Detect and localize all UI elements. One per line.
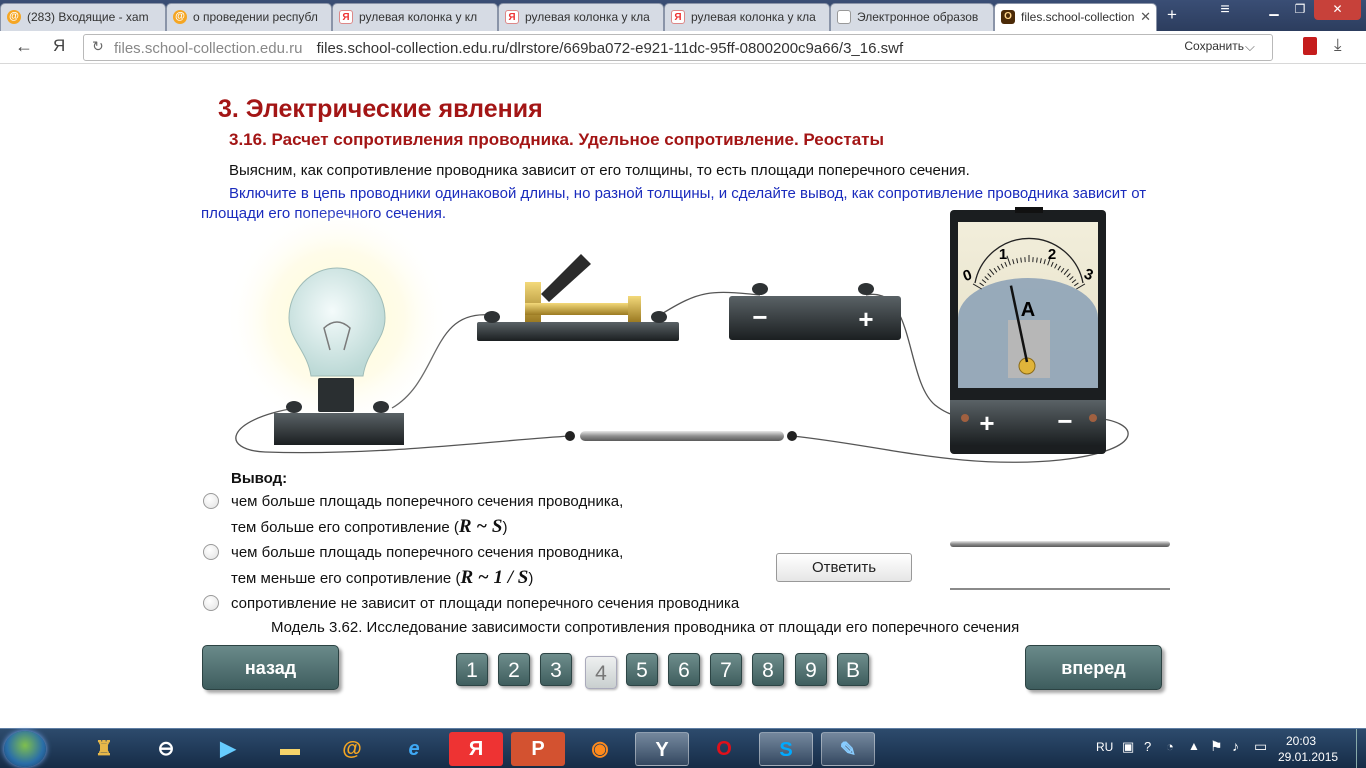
model-caption: Модель 3.62. Исследование зависимости со… xyxy=(271,619,1020,636)
system-tray: RU ▣ ? ◔ ▲ ⚑ ♪ ▭ 20:03 29.01.2015 xyxy=(1076,729,1366,768)
language-indicator[interactable]: RU xyxy=(1096,740,1113,754)
switch-handle xyxy=(541,254,591,302)
thick-conductor[interactable] xyxy=(950,541,1170,547)
terminal xyxy=(858,283,874,295)
yandex-browser-icon[interactable]: Y xyxy=(635,732,689,766)
ammeter-minus-label: − xyxy=(1057,406,1072,436)
tray-app-icon[interactable]: ▣ xyxy=(1122,739,1134,755)
start-button[interactable] xyxy=(4,731,46,767)
terminal xyxy=(961,414,969,422)
clamp xyxy=(787,431,797,441)
mail-agent-icon[interactable]: @ xyxy=(325,732,379,766)
option-1[interactable]: чем больше площадь поперечного сечения п… xyxy=(203,489,623,540)
display-icon[interactable]: ▭ xyxy=(1254,738,1267,755)
scale-label-1: 1 xyxy=(999,246,1007,263)
yandex-icon[interactable]: Я xyxy=(449,732,503,766)
switch-contact xyxy=(628,296,641,322)
internet-explorer-icon[interactable]: e xyxy=(387,732,441,766)
clock-time[interactable]: 20:03 xyxy=(1286,734,1316,748)
knife-switch[interactable] xyxy=(477,254,679,341)
flag-icon[interactable]: ⚑ xyxy=(1210,738,1223,755)
radio-option-2[interactable] xyxy=(203,544,219,560)
battery: − + xyxy=(729,283,901,340)
clock-date[interactable]: 29.01.2015 xyxy=(1278,750,1338,764)
page-button-4[interactable]: 4 xyxy=(585,656,617,689)
page-button-8[interactable]: 8 xyxy=(752,653,784,686)
light-bulb[interactable] xyxy=(225,206,449,445)
battery-plus-label: + xyxy=(858,304,873,334)
page-button-7[interactable]: 7 xyxy=(710,653,742,686)
ammeter-bottom xyxy=(950,400,1106,445)
option-3[interactable]: сопротивление не зависит от площади попе… xyxy=(203,591,739,616)
show-hidden-icons-icon[interactable]: ▲ xyxy=(1188,739,1200,753)
page-button-B[interactable]: B xyxy=(837,653,869,686)
terminal xyxy=(484,311,500,323)
page-button-1[interactable]: 1 xyxy=(456,653,488,686)
option-2[interactable]: чем больше площадь поперечного сечения п… xyxy=(203,540,623,591)
conductor-rod xyxy=(580,431,784,441)
powerpoint-icon[interactable]: P xyxy=(511,732,565,766)
help-icon[interactable]: ? xyxy=(1144,739,1151,754)
page-button-6[interactable]: 6 xyxy=(668,653,700,686)
battery-minus-label: − xyxy=(752,302,767,332)
conductor-in-circuit[interactable] xyxy=(565,431,797,441)
windows-taskbar: ♜ ⊖ ▶ ▬ @ e Я P ◉ Y O S ✎ RU ▣ ? ◔ ▲ ⚑ ♪… xyxy=(0,728,1366,768)
terminal xyxy=(752,283,768,295)
firefox-icon[interactable]: ◉ xyxy=(573,732,627,766)
scale-label-2: 2 xyxy=(1048,246,1056,263)
lamp-socket xyxy=(318,378,354,412)
terminal xyxy=(1089,414,1097,422)
switch-blade xyxy=(525,303,637,315)
answer-button[interactable]: Ответить xyxy=(776,553,912,582)
forward-button[interactable]: вперед xyxy=(1025,645,1162,690)
page-button-5[interactable]: 5 xyxy=(626,653,658,686)
page-button-2[interactable]: 2 xyxy=(498,653,530,686)
ammeter-top xyxy=(1015,207,1043,213)
app-icon[interactable]: ⊖ xyxy=(139,732,193,766)
formula: R ~ 1 / S xyxy=(460,567,529,588)
switch-post xyxy=(525,282,541,322)
radio-option-1[interactable] xyxy=(203,493,219,509)
radio-option-3[interactable] xyxy=(203,595,219,611)
paint-icon[interactable]: ✎ xyxy=(821,732,875,766)
folder-icon[interactable]: ▬ xyxy=(263,732,317,766)
network-icon[interactable]: ◔ xyxy=(1166,739,1174,754)
show-desktop-button[interactable] xyxy=(1356,729,1366,768)
ammeter-unit: A xyxy=(1021,299,1035,321)
opera-icon[interactable]: O xyxy=(697,732,751,766)
ammeter: 0 1 2 3 A + − xyxy=(950,207,1106,454)
terminal xyxy=(286,401,302,413)
scale-tick xyxy=(1036,257,1038,263)
formula: R ~ S xyxy=(458,516,503,537)
lamp-base xyxy=(274,413,404,445)
conclusion-label: Вывод: xyxy=(231,470,288,487)
option-2-line2: тем меньше его сопротивление (R ~ 1 / S) xyxy=(231,567,534,588)
app-icon[interactable]: ♜ xyxy=(77,732,131,766)
volume-icon[interactable]: ♪ xyxy=(1232,738,1239,754)
back-button[interactable]: назад xyxy=(202,645,339,690)
clamp xyxy=(565,431,575,441)
scale-tick xyxy=(1020,257,1022,263)
thin-conductor[interactable] xyxy=(950,588,1170,590)
page-button-9[interactable]: 9 xyxy=(795,653,827,686)
terminal xyxy=(651,311,667,323)
page-button-3[interactable]: 3 xyxy=(540,653,572,686)
ammeter-plus-label: + xyxy=(979,408,994,438)
media-player-icon[interactable]: ▶ xyxy=(201,732,255,766)
option-1-line2: тем больше его сопротивление (R ~ S) xyxy=(231,516,508,537)
skype-icon[interactable]: S xyxy=(759,732,813,766)
terminal xyxy=(373,401,389,413)
switch-base xyxy=(477,322,679,341)
